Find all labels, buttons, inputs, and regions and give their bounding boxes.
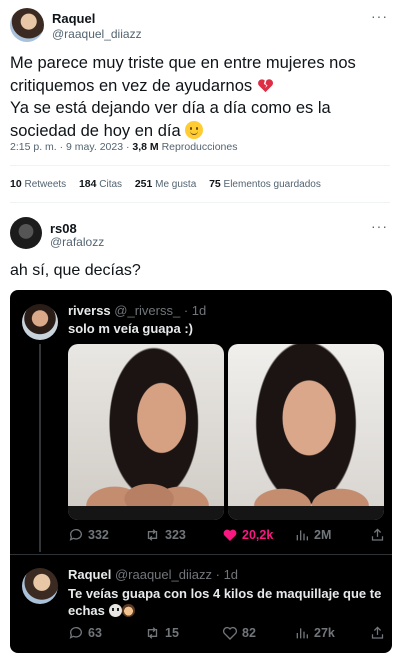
smile-icon (185, 120, 204, 139)
reply-count: 63 (88, 626, 102, 640)
tweet-text-line: critiquemos en vez de ayudarnos (10, 76, 253, 95)
tweet-text-line: sociedad de hoy en día (10, 121, 181, 140)
retweet-icon (147, 529, 158, 541)
retweet-count: 323 (165, 528, 186, 542)
thread-line (39, 344, 41, 552)
stat-count: 75 (209, 178, 221, 190)
views-action: 27k (294, 625, 335, 641)
photo (228, 344, 384, 520)
views-icon (296, 628, 308, 639)
like-count: 82 (242, 626, 256, 640)
reply-count: 332 (88, 528, 109, 542)
stat-retweets[interactable]: 10 Retweets (10, 178, 67, 190)
tweet-text: ah sí, que decías? (10, 262, 141, 279)
divider (10, 202, 390, 203)
retweet-action: 15 (144, 625, 179, 641)
more-icon[interactable]: ··· (371, 218, 388, 234)
views-label: Reproducciones (161, 141, 238, 153)
reply-icon (69, 627, 82, 639)
photo (68, 344, 224, 520)
more-icon[interactable]: ··· (371, 8, 388, 24)
post-text: Te veías guapa con los 4 kilos de maquil… (68, 585, 386, 619)
dot-separator: · (180, 303, 192, 318)
like-icon (223, 529, 237, 541)
avatar (22, 568, 58, 604)
author-handle: @_riverss_ (114, 303, 181, 318)
meta-separator: · (56, 141, 67, 153)
like-count: 20,2k (242, 528, 274, 542)
divider (10, 165, 390, 166)
tweet-text-line: Me parece muy triste que en entre mujere… (10, 54, 356, 72)
skull-icon (108, 604, 122, 617)
views-action: 2M (294, 527, 331, 543)
broken-heart-icon (257, 78, 273, 92)
views-count: 3,8 M (132, 141, 159, 153)
dot-separator: · (212, 567, 224, 582)
share-icon (371, 626, 384, 639)
author-name: riverss (68, 303, 111, 318)
tweet-text-line: Ya se está dejando ver día a día como es… (10, 99, 331, 117)
reply-icon (69, 529, 82, 541)
tweet-date[interactable]: 9 may. 2023 (66, 141, 123, 153)
tweet-text: Me parece muy triste que en entre mujere… (10, 52, 390, 142)
post-header: Raquel @raaquel_diiazz · 1d (68, 567, 238, 582)
post-header: riverss @_riverss_ · 1d (68, 303, 206, 318)
author-name: Raquel (68, 567, 112, 582)
avatar[interactable] (10, 8, 44, 42)
views-count: 2M (314, 528, 332, 542)
retweet-count: 15 (165, 626, 179, 640)
share-action (370, 625, 385, 641)
stat-count: 184 (78, 178, 97, 190)
stat-quotes[interactable]: 184 Citas (78, 178, 123, 190)
reply-action: 63 (68, 625, 102, 641)
stat-label: Retweets (24, 179, 67, 190)
post-age: 1d (223, 567, 239, 582)
share-action (370, 527, 385, 543)
reply-action: 332 (68, 527, 109, 543)
stat-likes[interactable]: 251 Me gusta (134, 178, 197, 190)
avatar (22, 304, 58, 340)
author-name[interactable]: rs08 (50, 221, 77, 236)
like-icon (222, 626, 238, 640)
share-icon (371, 528, 384, 541)
views-icon (296, 530, 308, 541)
author-handle[interactable]: @rafalozz (50, 235, 104, 249)
author-handle[interactable]: @raaquel_diiazz (52, 27, 142, 41)
like-action: 82 (222, 625, 256, 641)
facepalm-icon (121, 604, 135, 617)
author-handle: @raaquel_diiazz (114, 567, 212, 582)
stat-label: Citas (99, 179, 123, 190)
stat-label: Elementos guardados (223, 179, 321, 190)
author-name[interactable]: Raquel (52, 11, 95, 26)
stat-count: 251 (134, 178, 153, 190)
photo-detail (228, 506, 384, 520)
views-count: 27k (314, 626, 335, 640)
tweet-meta: 2:15 p. m. · 9 may. 2023 · 3,8 M Reprodu… (10, 141, 237, 153)
post-age: 1d (191, 303, 207, 318)
divider (10, 554, 392, 555)
stat-bookmarks[interactable]: 75 Elementos guardados (209, 178, 321, 190)
meta-separator: · (123, 141, 133, 153)
stat-count: 10 (10, 178, 22, 190)
tweet-stats: 10 Retweets 184 Citas 251 Me gusta 75 El… (10, 178, 331, 190)
stat-label: Me gusta (155, 179, 197, 190)
avatar[interactable] (10, 217, 42, 249)
embedded-screenshot[interactable]: riverss @_riverss_ · 1d solo m veía guap… (10, 290, 392, 653)
like-action: 20,2k (222, 527, 273, 543)
retweet-icon (147, 627, 158, 639)
photo-detail (68, 506, 224, 520)
tweet-time[interactable]: 2:15 p. m. (10, 141, 57, 153)
post-text: solo m veía guapa :) (68, 321, 193, 336)
retweet-action: 323 (144, 527, 186, 543)
